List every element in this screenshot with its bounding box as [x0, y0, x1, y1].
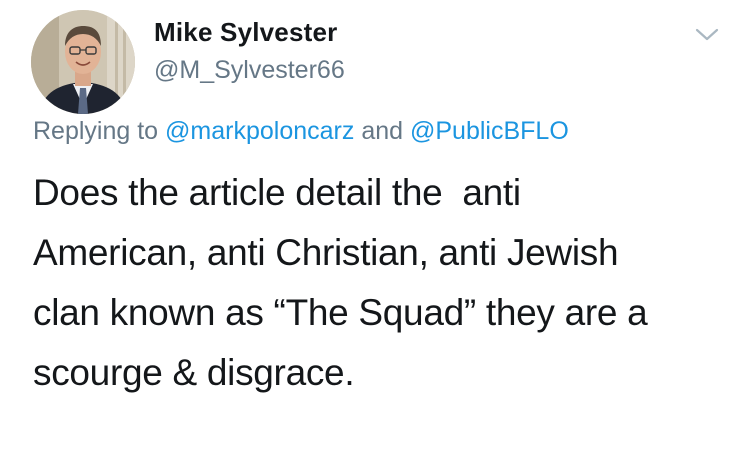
mention-link-markpoloncarz[interactable]: @markpoloncarz	[165, 117, 354, 145]
tweet-card: Mike Sylvester @M_Sylvester66 Replying t…	[0, 0, 750, 449]
tweet-body-text: Does the article detail the anti America…	[33, 163, 733, 403]
avatar[interactable]	[31, 10, 135, 114]
chevron-down-icon[interactable]	[694, 26, 720, 44]
tweet-text-line: scourge & disgrace.	[33, 352, 355, 393]
replying-to-label: Replying to	[33, 117, 159, 145]
replying-to-line: Replying to @markpoloncarz and @PublicBF…	[33, 117, 569, 146]
author-display-name[interactable]: Mike Sylvester	[154, 17, 337, 48]
reply-conjunction: and	[361, 117, 404, 145]
tweet-text-line: Does the article detail the anti	[33, 172, 521, 213]
profile-photo	[31, 10, 135, 114]
author-handle[interactable]: @M_Sylvester66	[154, 56, 345, 85]
tweet-text-line: clan known as “The Squad” they are a	[33, 292, 648, 333]
mention-link-publicbflo[interactable]: @PublicBFLO	[410, 117, 569, 145]
tweet-text-line: American, anti Christian, anti Jewish	[33, 232, 619, 273]
